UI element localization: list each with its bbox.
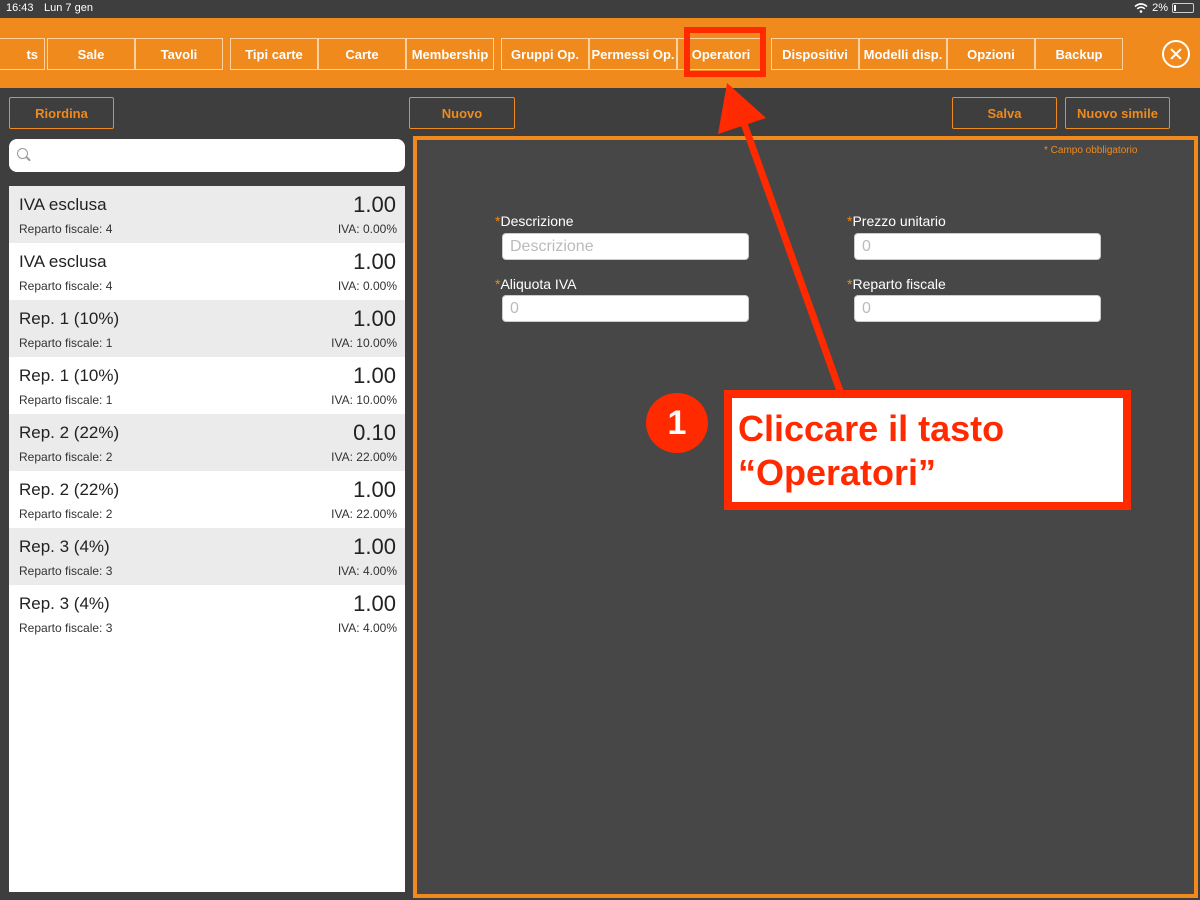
tab-tipi-carte[interactable]: Tipi carte <box>230 38 318 70</box>
tab-opzioni[interactable]: Opzioni <box>947 38 1035 70</box>
list-item[interactable]: Rep. 1 (10%) 1.00 Reparto fiscale: 1 IVA… <box>9 300 405 357</box>
list-item[interactable]: IVA esclusa 1.00 Reparto fiscale: 4 IVA:… <box>9 186 405 243</box>
unit-price-field[interactable]: 0 <box>854 233 1101 260</box>
list-item[interactable]: Rep. 3 (4%) 1.00 Reparto fiscale: 3 IVA:… <box>9 528 405 585</box>
search-input[interactable] <box>9 139 405 172</box>
item-price: 1.00 <box>353 249 396 274</box>
description-field[interactable]: Descrizione <box>502 233 749 260</box>
fiscal-department-label-text: Reparto fiscale <box>852 276 946 292</box>
item-title: IVA esclusa <box>19 252 107 271</box>
item-price: 1.00 <box>353 363 396 388</box>
description-label: *Descrizione <box>495 213 574 229</box>
status-date: Lun 7 gen <box>44 2 93 14</box>
item-price: 1.00 <box>353 534 396 559</box>
item-department: Reparto fiscale: 1 <box>19 393 113 407</box>
tab-sale[interactable]: Sale <box>47 38 135 70</box>
list-item[interactable]: IVA esclusa 1.00 Reparto fiscale: 4 IVA:… <box>9 243 405 300</box>
fiscal-department-field[interactable]: 0 <box>854 295 1101 322</box>
tab-dispositivi[interactable]: Dispositivi <box>771 38 859 70</box>
list-item[interactable]: Rep. 2 (22%) 1.00 Reparto fiscale: 2 IVA… <box>9 471 405 528</box>
status-time: 16:43 <box>6 2 34 14</box>
item-department: Reparto fiscale: 4 <box>19 279 113 293</box>
unit-price-label: *Prezzo unitario <box>847 213 946 229</box>
annotation-callout: Cliccare il tasto “Operatori” <box>724 390 1131 510</box>
tab-tavoli[interactable]: Tavoli <box>135 38 223 70</box>
item-title: Rep. 3 (4%) <box>19 594 110 613</box>
description-label-text: Descrizione <box>500 213 574 229</box>
tab-carte[interactable]: Carte <box>318 38 406 70</box>
item-department: Reparto fiscale: 1 <box>19 336 113 350</box>
save-button[interactable]: Salva <box>952 97 1057 129</box>
item-vat: IVA: 4.00% <box>337 564 397 578</box>
item-price: 1.00 <box>353 591 396 616</box>
item-title: Rep. 2 (22%) <box>19 480 120 499</box>
item-vat: IVA: 0.00% <box>337 222 397 236</box>
item-vat: IVA: 22.00% <box>331 507 397 521</box>
item-vat: IVA: 22.00% <box>331 450 397 464</box>
item-title: Rep. 3 (4%) <box>19 537 110 556</box>
tab-partial[interactable]: ts <box>0 38 45 70</box>
list-item[interactable]: Rep. 3 (4%) 1.00 Reparto fiscale: 3 IVA:… <box>9 585 405 642</box>
fiscal-department-label: *Reparto fiscale <box>847 276 946 292</box>
item-department: Reparto fiscale: 3 <box>19 621 113 635</box>
search-icon <box>17 148 28 159</box>
tab-gruppi-op[interactable]: Gruppi Op. <box>501 38 589 70</box>
callout-line-1: Cliccare il tasto <box>738 408 1005 449</box>
item-price: 1.00 <box>353 192 396 217</box>
tab-membership[interactable]: Membership <box>406 38 494 70</box>
vat-rate-label-text: Aliquota IVA <box>500 276 577 292</box>
tab-permessi-op[interactable]: Permessi Op. <box>589 38 677 70</box>
item-price: 1.00 <box>353 306 396 331</box>
new-similar-button[interactable]: Nuovo simile <box>1065 97 1170 129</box>
mandatory-note: * Campo obbligatorio <box>1044 145 1138 156</box>
battery-percent: 2% <box>1152 2 1168 14</box>
item-list: IVA esclusa 1.00 Reparto fiscale: 4 IVA:… <box>9 186 405 892</box>
callout-line-2: “Operatori” <box>738 452 937 493</box>
item-title: IVA esclusa <box>19 195 107 214</box>
list-item[interactable]: Rep. 1 (10%) 1.00 Reparto fiscale: 1 IVA… <box>9 357 405 414</box>
vat-rate-field[interactable]: 0 <box>502 295 749 322</box>
item-department: Reparto fiscale: 4 <box>19 222 113 236</box>
item-title: Rep. 1 (10%) <box>19 366 120 385</box>
item-title: Rep. 1 (10%) <box>19 309 120 328</box>
unit-price-label-text: Prezzo unitario <box>852 213 946 229</box>
item-department: Reparto fiscale: 2 <box>19 507 113 521</box>
top-nav-bar: ts Sale Tavoli Tipi carte Carte Membersh… <box>0 18 1200 88</box>
step-number-badge: 1 <box>646 393 708 453</box>
item-vat: IVA: 0.00% <box>337 279 397 293</box>
item-price: 0.10 <box>353 420 396 445</box>
vat-rate-label: *Aliquota IVA <box>495 276 576 292</box>
tab-backup[interactable]: Backup <box>1035 38 1123 70</box>
item-department: Reparto fiscale: 3 <box>19 564 113 578</box>
status-bar: 16:43 Lun 7 gen 2% <box>0 0 1200 18</box>
reorder-button[interactable]: Riordina <box>9 97 114 129</box>
annotation-highlight-box <box>684 27 766 77</box>
item-vat: IVA: 10.00% <box>331 336 397 350</box>
item-vat: IVA: 4.00% <box>337 621 397 635</box>
item-title: Rep. 2 (22%) <box>19 423 120 442</box>
wifi-icon <box>1134 3 1148 13</box>
item-vat: IVA: 10.00% <box>331 393 397 407</box>
item-department: Reparto fiscale: 2 <box>19 450 113 464</box>
battery-icon <box>1172 3 1194 13</box>
list-item[interactable]: Rep. 2 (22%) 0.10 Reparto fiscale: 2 IVA… <box>9 414 405 471</box>
status-right: 2% <box>1134 2 1194 14</box>
item-price: 1.00 <box>353 477 396 502</box>
tab-modelli-disp[interactable]: Modelli disp. <box>859 38 947 70</box>
close-icon[interactable] <box>1162 40 1190 68</box>
new-button[interactable]: Nuovo <box>409 97 515 129</box>
